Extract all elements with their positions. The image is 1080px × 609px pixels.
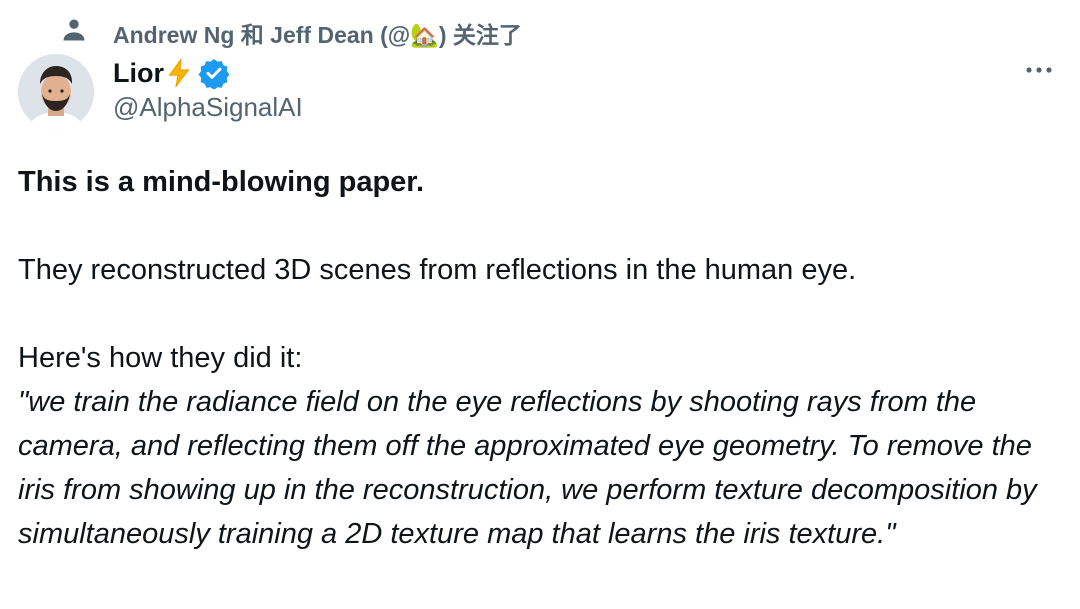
avatar-photo xyxy=(18,54,94,130)
tweet-paragraph: They reconstructed 3D scenes from reflec… xyxy=(18,254,857,286)
verified-badge-icon[interactable] xyxy=(198,57,230,89)
tweet-text: This is a mind-blowing paper. They recon… xyxy=(18,160,1063,556)
tweet-paragraph-intro: Here's how they did it: xyxy=(18,342,303,374)
avatar[interactable] xyxy=(18,54,94,130)
user-handle[interactable]: @AlphaSignalAI xyxy=(113,92,303,123)
social-context-text[interactable]: Andrew Ng 和 Jeff Dean (@🏡) 关注了 xyxy=(113,16,522,50)
more-horizontal-icon[interactable] xyxy=(1024,60,1054,80)
lightning-bolt-icon xyxy=(168,58,190,88)
tweet-quote: "we train the radiance field on the eye … xyxy=(18,386,1037,550)
display-name[interactable]: Lior xyxy=(113,58,164,89)
person-icon xyxy=(63,19,85,41)
tweet-headline: This is a mind-blowing paper. xyxy=(18,166,425,198)
